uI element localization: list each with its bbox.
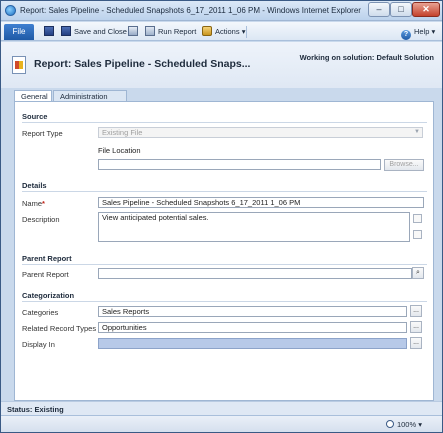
save-and-close-label: Save and Close: [74, 27, 127, 36]
actions-icon: [202, 26, 212, 36]
categories-input[interactable]: Sales Reports: [98, 306, 407, 317]
status-label: Status: Existing: [7, 405, 64, 414]
chevron-down-icon: ▾: [416, 420, 422, 429]
section-divider: [22, 122, 427, 123]
help-menu[interactable]: ? Help ▾: [401, 25, 436, 40]
description-textarea[interactable]: View anticipated potential sales.: [98, 212, 410, 242]
form-body: Source Report Type Existing File ▼ File …: [14, 101, 434, 401]
related-record-types-input[interactable]: Opportunities: [98, 322, 407, 333]
required-marker: *: [42, 199, 45, 208]
parent-report-lookup[interactable]: [98, 268, 412, 279]
save-and-close-button[interactable]: Save and Close: [61, 25, 127, 39]
lookup-icon[interactable]: ⌕: [412, 267, 424, 279]
chevron-down-icon: ▼: [414, 129, 420, 135]
section-divider: [22, 301, 427, 302]
zoom-level: 100%: [396, 420, 417, 429]
save-button[interactable]: [44, 25, 57, 39]
categories-label: Categories: [22, 308, 59, 317]
actions-menu[interactable]: Actions ▾: [202, 25, 245, 39]
description-label: Description: [22, 215, 60, 224]
actions-label: Actions: [215, 27, 240, 36]
form-header: Report: Sales Pipeline - Scheduled Snaps…: [1, 42, 442, 88]
copy-button[interactable]: [128, 25, 141, 39]
close-button[interactable]: ✕: [412, 2, 440, 17]
solution-label: Working on solution: Default Solution: [299, 53, 434, 62]
name-label: Name*: [22, 199, 45, 208]
chevron-down-icon: ▾: [429, 27, 436, 36]
browse-button[interactable]: Browse...: [384, 159, 424, 171]
display-in-ellipsis-button[interactable]: ...: [410, 337, 422, 349]
categories-ellipsis-button[interactable]: ...: [410, 305, 422, 317]
section-parent-heading: Parent Report: [22, 254, 72, 263]
related-record-types-label: Related Record Types: [22, 324, 97, 333]
section-divider: [22, 191, 427, 192]
section-details-heading: Details: [22, 181, 47, 190]
zoom-icon: [385, 420, 394, 428]
file-tab[interactable]: File: [4, 24, 34, 40]
run-report-button[interactable]: Run Report: [145, 25, 196, 39]
display-in-label: Display In: [22, 340, 55, 349]
title-bar: Report: Sales Pipeline - Scheduled Snaps…: [1, 1, 442, 21]
textarea-scroll-down[interactable]: [413, 230, 422, 239]
ribbon-toolbar: File Save and Close Run Report Actions ▾…: [1, 22, 442, 41]
minimize-button[interactable]: –: [368, 2, 390, 17]
maximize-button[interactable]: □: [390, 2, 412, 17]
report-type-value: Existing File: [102, 128, 143, 137]
section-source-heading: Source: [22, 112, 48, 121]
file-location-input[interactable]: [98, 159, 381, 170]
save-icon: [44, 26, 54, 36]
chevron-down-icon: ▾: [239, 27, 246, 36]
section-divider: [22, 264, 427, 265]
run-report-icon: [145, 26, 155, 36]
run-report-label: Run Report: [158, 27, 197, 36]
record-status-bar: Status: Existing: [1, 401, 442, 415]
toolbar-separator: [246, 26, 247, 38]
copy-icon: [128, 26, 138, 36]
file-location-label: File Location: [98, 146, 141, 155]
page-title: Report: Sales Pipeline - Scheduled Snaps…: [34, 58, 251, 70]
save-close-icon: [61, 26, 71, 36]
ie-icon: [5, 5, 16, 16]
textarea-scroll-up[interactable]: [413, 214, 422, 223]
report-type-label: Report Type: [22, 129, 63, 138]
related-ellipsis-button[interactable]: ...: [410, 321, 422, 333]
name-input[interactable]: Sales Pipeline - Scheduled Snapshots 6_1…: [98, 197, 424, 208]
report-icon: [12, 56, 26, 74]
parent-report-label: Parent Report: [22, 270, 69, 279]
section-categorization-heading: Categorization: [22, 291, 75, 300]
display-in-input[interactable]: [98, 338, 407, 349]
report-type-select[interactable]: Existing File ▼: [98, 127, 423, 138]
window-title: Report: Sales Pipeline - Scheduled Snaps…: [20, 6, 361, 15]
help-icon: ?: [401, 30, 411, 40]
zoom-control[interactable]: 100% ▾: [385, 420, 422, 429]
status-text: Status: Existing: [7, 405, 64, 414]
name-label-text: Name: [22, 199, 43, 208]
browser-status-bar: 100% ▾: [1, 415, 442, 432]
help-label: Help: [414, 27, 430, 36]
browser-window: Report: Sales Pipeline - Scheduled Snaps…: [0, 0, 443, 433]
